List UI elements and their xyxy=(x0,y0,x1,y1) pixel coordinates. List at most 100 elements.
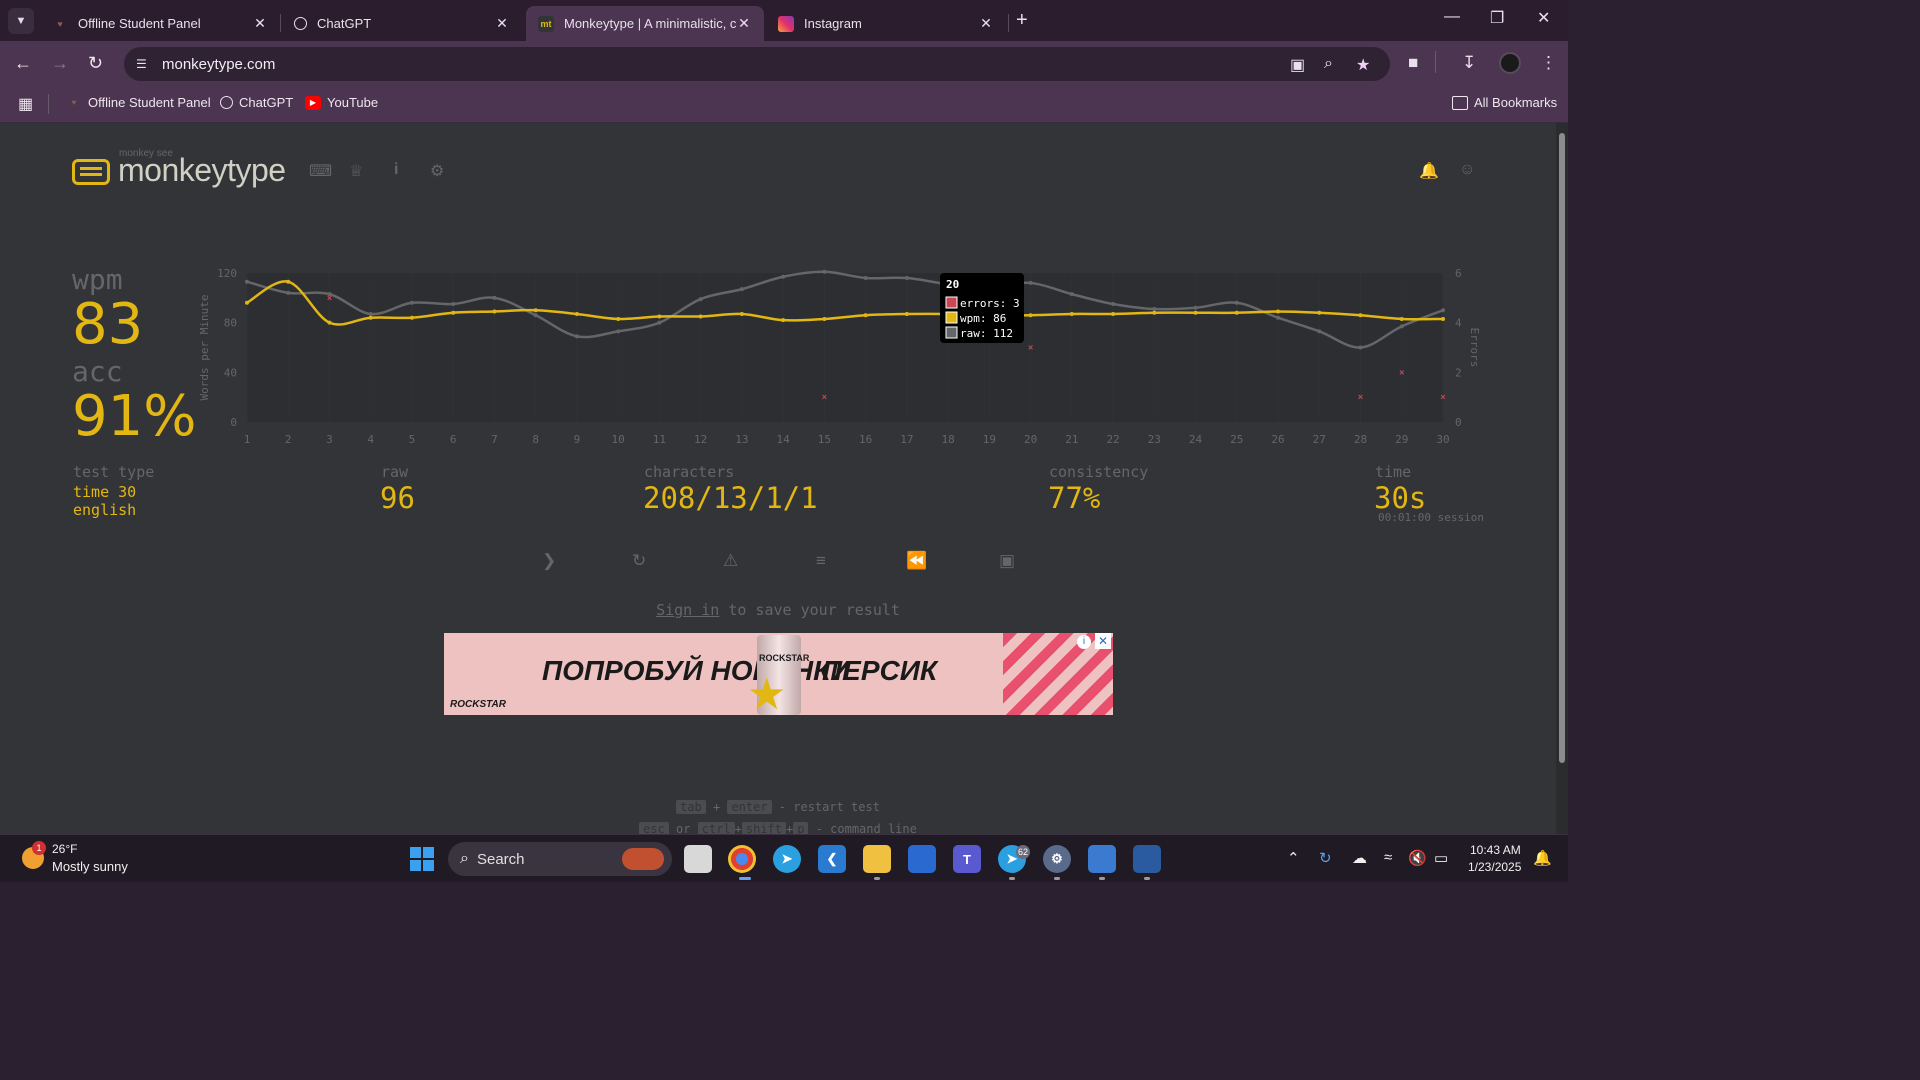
cloud-offline-icon[interactable]: ☁ xyxy=(1352,849,1367,867)
tab-offline-student-panel[interactable]: ♥ Offline Student Panel ✕ xyxy=(40,6,280,41)
all-bookmarks[interactable]: All Bookmarks xyxy=(1452,95,1557,110)
sign-in-link[interactable]: Sign in xyxy=(656,601,719,619)
clock-time[interactable]: 10:43 AM xyxy=(1470,843,1521,857)
key-ctrl: ctrl xyxy=(697,822,735,834)
ad-info-icon[interactable]: i xyxy=(1077,635,1091,649)
warning-icon[interactable]: ⚠ xyxy=(723,551,738,571)
reload-icon[interactable]: ↻ xyxy=(88,53,103,74)
remote-desktop-icon[interactable] xyxy=(1133,845,1161,873)
restore-icon[interactable]: ❐ xyxy=(1490,8,1504,28)
bookmark-offline-student-panel[interactable]: ♥ Offline Student Panel xyxy=(66,95,211,110)
chart-x-tick-label: 15 xyxy=(818,433,831,446)
site-info-icon[interactable]: ☰ xyxy=(136,57,152,71)
chart-point-wpm xyxy=(1152,310,1157,315)
wifi-icon[interactable]: ≈ xyxy=(1384,849,1392,866)
tab-chatgpt[interactable]: ChatGPT ✕ xyxy=(282,6,522,41)
teams-icon[interactable]: T xyxy=(953,845,981,873)
chart-point-raw xyxy=(1152,307,1157,312)
ad-close-icon[interactable]: ✕ xyxy=(1095,633,1111,649)
forward-arrow-icon[interactable]: → xyxy=(51,53,69,74)
downloads-icon[interactable]: ↧ xyxy=(1462,53,1476,73)
account-icon[interactable]: ☺ xyxy=(1459,161,1475,179)
profile-avatar[interactable] xyxy=(1499,52,1521,74)
chart-point-raw xyxy=(409,300,414,305)
chart-point-wpm xyxy=(409,315,414,320)
offline-student-panel-favicon-icon: ♥ xyxy=(71,98,77,107)
apps-grid-icon[interactable]: ▦ xyxy=(18,94,33,114)
task-view-icon[interactable] xyxy=(684,845,712,873)
chart-x-tick-label: 29 xyxy=(1395,433,1408,446)
kebab-menu-icon[interactable]: ⋮ xyxy=(1540,53,1557,73)
close-tab-icon[interactable]: ✕ xyxy=(978,15,994,32)
chart-point-raw xyxy=(904,275,909,280)
chart-y-axis-label: Words per Minute xyxy=(198,295,211,401)
bookmark-star-icon[interactable]: ★ xyxy=(1356,55,1370,75)
restart-icon[interactable]: ↻ xyxy=(632,551,646,571)
telegram-badge: 62 xyxy=(1016,845,1030,859)
chart-error-marker: × xyxy=(327,293,332,303)
clock-date[interactable]: 1/23/2025 xyxy=(1468,860,1521,874)
minimize-icon[interactable]: — xyxy=(1444,8,1460,26)
scrollbar-thumb[interactable] xyxy=(1559,133,1565,763)
address-bar[interactable]: ☰ monkeytype.com ▣ ⌕ ★ xyxy=(124,47,1390,81)
battery-icon[interactable]: ▭ xyxy=(1434,849,1448,867)
extensions-puzzle-icon[interactable]: ■ xyxy=(1408,53,1418,73)
chart-point-raw xyxy=(1358,345,1363,350)
vscode-icon[interactable]: ❮ xyxy=(818,845,846,873)
chart-tooltip-line: errors: 3 xyxy=(960,297,1020,310)
volume-muted-icon[interactable]: 🔇 xyxy=(1408,849,1427,867)
ad-can-label: ROCKSTAR xyxy=(759,653,810,663)
close-tab-icon[interactable]: ✕ xyxy=(252,15,268,32)
close-tab-icon[interactable]: ✕ xyxy=(736,15,752,32)
chart-y2-tick-label: 0 xyxy=(1455,416,1462,429)
microsoft-store-icon[interactable] xyxy=(908,845,936,873)
crown-icon[interactable]: ♕ xyxy=(349,161,363,181)
weather-temperature[interactable]: 26°F xyxy=(52,842,77,856)
windows-start-icon[interactable] xyxy=(410,847,434,871)
keyboard-icon[interactable]: ⌨ xyxy=(309,161,332,181)
next-test-chevron-icon[interactable]: ❯ xyxy=(542,551,556,571)
words-history-icon[interactable]: ≡ xyxy=(816,551,826,571)
page-scrollbar[interactable] xyxy=(1556,123,1568,834)
taskbar-search[interactable]: ⌕ Search xyxy=(448,842,672,876)
active-app-indicator xyxy=(739,877,751,880)
app-window-icon[interactable] xyxy=(1088,845,1116,873)
chart-point-wpm xyxy=(822,316,827,321)
back-arrow-icon[interactable]: ← xyxy=(14,53,32,74)
tab-search-chevron-icon[interactable]: ▼ xyxy=(8,8,34,34)
signin-text: to save your result xyxy=(719,601,900,619)
hint-plus: + xyxy=(734,822,742,834)
close-tab-icon[interactable]: ✕ xyxy=(494,15,510,32)
settings-gear-icon[interactable]: ⚙ xyxy=(1043,845,1071,873)
url-text[interactable]: monkeytype.com xyxy=(162,56,275,73)
file-explorer-icon[interactable] xyxy=(863,845,891,873)
screenshot-image-icon[interactable]: ▣ xyxy=(999,551,1015,571)
wpm-chart[interactable]: 0408012002461 2 3 4 5 6 7 8 9 10 11 12 13 14 15 16 17 18 1… xyxy=(190,258,1490,448)
chart-point-wpm xyxy=(1399,316,1404,321)
bell-icon[interactable]: 🔔 xyxy=(1419,161,1439,181)
zoom-icon[interactable]: ⌕ xyxy=(1324,55,1333,73)
chart-y-tick-label: 80 xyxy=(224,317,237,330)
info-icon[interactable]: i xyxy=(394,161,398,179)
monkeytype-logo[interactable]: monkey see monkeytype xyxy=(72,148,286,186)
notifications-bell-icon[interactable]: 🔔 xyxy=(1533,849,1552,867)
offline-student-panel-favicon-icon: ♥ xyxy=(57,18,63,29)
weather-description[interactable]: Mostly sunny xyxy=(52,859,128,874)
replay-rewind-icon[interactable]: ⏪ xyxy=(906,551,927,571)
consistency-value: 77% xyxy=(1048,481,1101,515)
telegram-icon[interactable]: ➤ xyxy=(773,845,801,873)
chart-point-raw xyxy=(1028,280,1033,285)
install-app-icon[interactable]: ▣ xyxy=(1290,55,1305,75)
hint-command-line: esc or ctrl + shift + p - command line xyxy=(0,822,1556,834)
tab-instagram[interactable]: Instagram ✕ xyxy=(766,6,1006,41)
tab-monkeytype[interactable]: mt Monkeytype | A minimalistic, cu ✕ xyxy=(526,6,764,41)
close-window-icon[interactable]: ✕ xyxy=(1537,8,1550,28)
chrome-icon[interactable] xyxy=(728,845,756,873)
bookmark-chatgpt[interactable]: ChatGPT xyxy=(220,95,293,110)
sync-icon[interactable]: ↻ xyxy=(1319,849,1332,867)
show-hidden-icons-chevron-icon[interactable]: ⌃ xyxy=(1287,849,1300,867)
bookmark-youtube[interactable]: ▶ YouTube xyxy=(305,95,378,110)
advertisement-banner[interactable]: ПОПРОБУЙ НОВИНКИ ROCKSTAR ★ ПЕРСИК ROCKS… xyxy=(444,633,1113,715)
gear-icon[interactable]: ⚙ xyxy=(430,161,444,181)
new-tab-plus-icon[interactable]: + xyxy=(1016,9,1028,32)
